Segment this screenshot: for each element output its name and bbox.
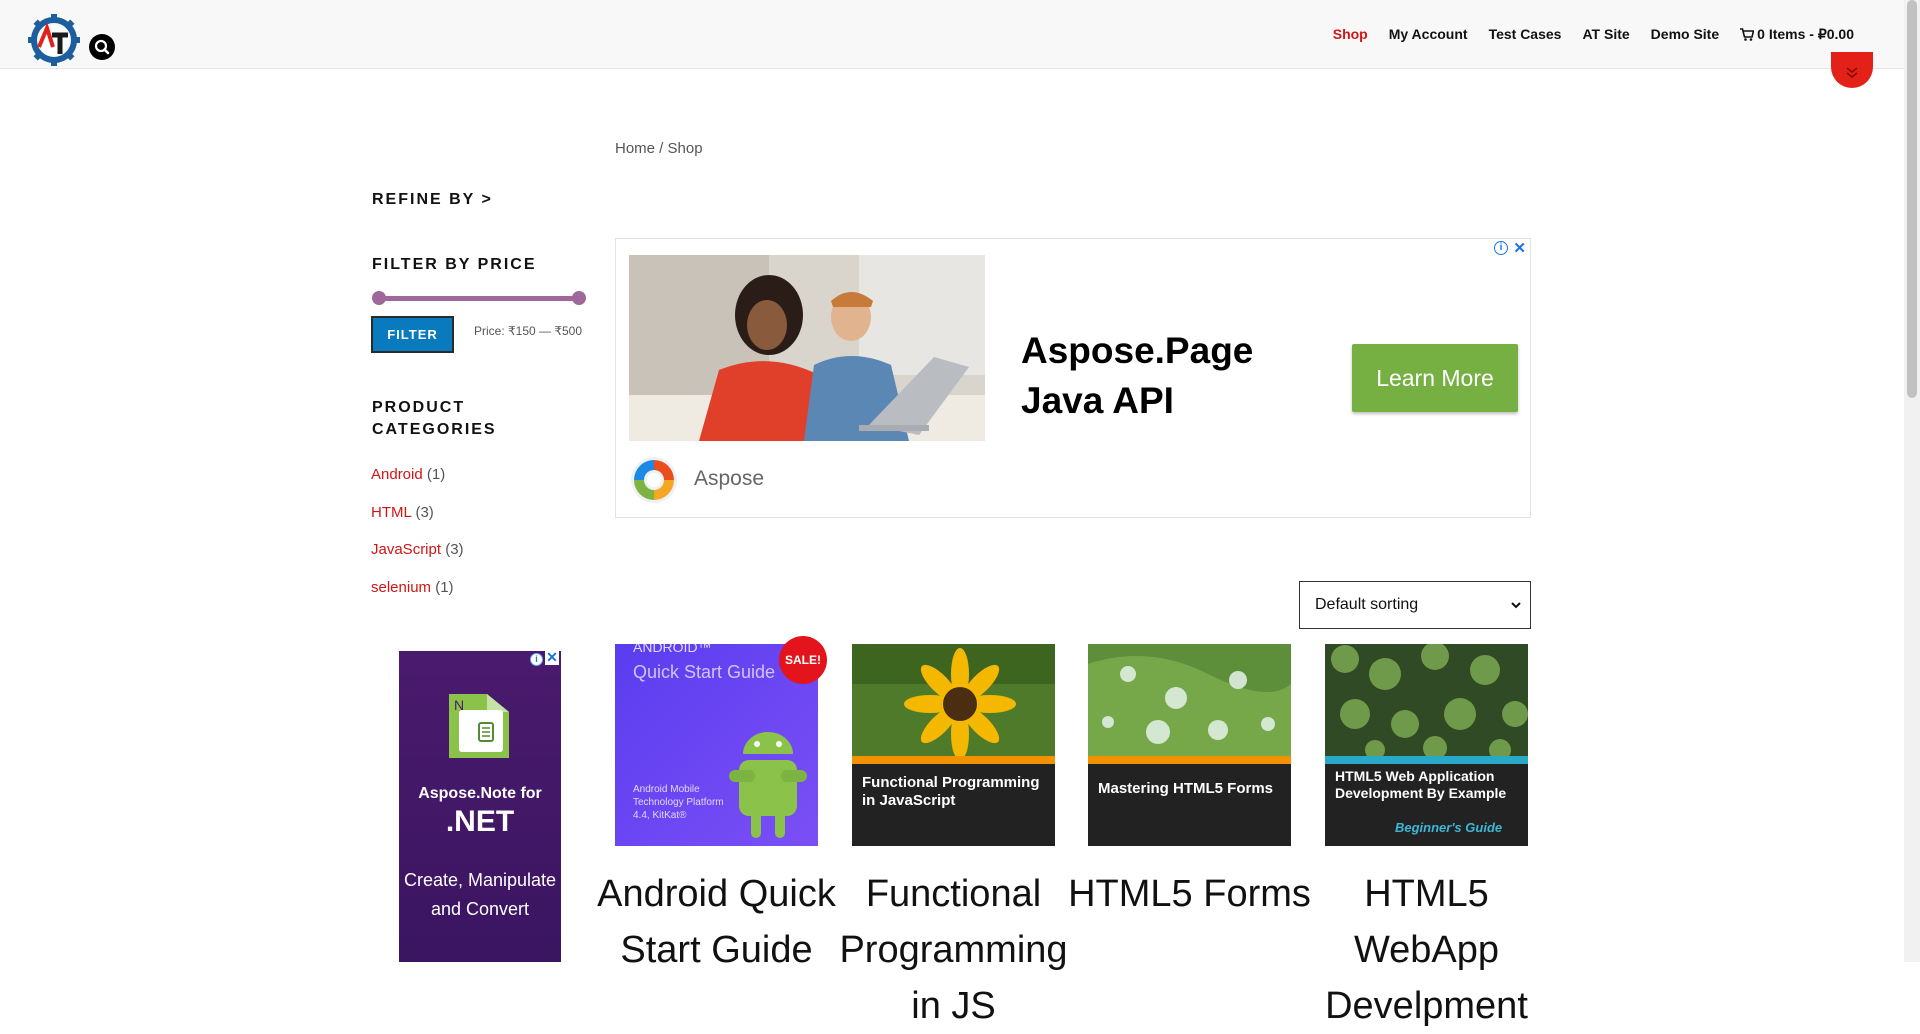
book-cover-title: Functional Programming in JavaScript [862, 774, 1040, 809]
slider-max-handle[interactable] [572, 291, 586, 305]
book-band [852, 756, 1055, 764]
scroll-down-button[interactable] [1831, 52, 1873, 88]
svg-text:Quick Start Guide: Quick Start Guide [633, 662, 775, 682]
svg-text:Technology Platform: Technology Platform [633, 797, 724, 808]
category-count: (3) [445, 541, 464, 558]
category-link-selenium[interactable]: selenium [371, 579, 431, 596]
category-count: (3) [415, 503, 434, 521]
ad-info-icon[interactable]: i [1494, 241, 1508, 255]
category-count: (1) [435, 578, 454, 596]
side-ad-description: Create, Manipulate and Convert [403, 870, 557, 919]
side-ad-close-icon[interactable]: ✕ [545, 651, 559, 665]
product-title[interactable]: HTML5 WebApp Develpment [1295, 866, 1558, 1034]
search-icon [94, 39, 110, 55]
product-image[interactable]: HTML5 Web Application Development By Exa… [1325, 644, 1528, 846]
book-band [1325, 756, 1528, 764]
book-cover-title: HTML5 Web Application Development By Exa… [1335, 768, 1507, 801]
search-button[interactable] [89, 34, 115, 60]
svg-text:ANDROID™: ANDROID™ [633, 644, 712, 655]
book-cover: Functional Programming in JavaScript [852, 644, 1055, 846]
sale-badge: SALE! [779, 636, 827, 684]
aspose-logo-icon[interactable] [629, 455, 679, 505]
aspose-note-icon: N [449, 694, 509, 758]
category-link-html[interactable]: HTML [371, 504, 411, 521]
nav-at-site[interactable]: AT Site [1582, 26, 1629, 43]
side-ad[interactable]: i ✕ N Aspose.Note for .NET Create, Manip… [399, 651, 561, 962]
slider-min-handle[interactable] [372, 291, 386, 305]
svg-text:Android Mobile: Android Mobile [633, 784, 700, 795]
nav-cart[interactable]: 0 Items - ₽0.00 [1740, 26, 1854, 43]
site-header: Shop My Account Test Cases AT Site Demo … [0, 0, 1904, 69]
water-drops-illustration [1088, 644, 1291, 760]
category-item: Android (1) [371, 466, 464, 504]
slider-track [377, 296, 581, 301]
sort-select[interactable]: Default sorting [1299, 581, 1531, 629]
scrollbar-thumb[interactable] [1907, 0, 1917, 398]
cart-icon [1740, 28, 1755, 41]
product-title[interactable]: HTML5 Forms [1058, 866, 1321, 922]
category-item: HTML (3) [371, 504, 464, 542]
price-range-text: Price: ₹150 — ₹500 [474, 324, 582, 338]
sunflower-illustration [852, 644, 1055, 760]
book-cover: Mastering HTML5 Forms [1088, 644, 1291, 846]
refine-by-heading: REFINE BY > [372, 191, 493, 208]
side-ad-info-icon[interactable]: i [530, 653, 543, 666]
nav-shop[interactable]: Shop [1333, 26, 1368, 43]
ad-banner[interactable]: Aspose.Page Java API Learn More Aspose i… [615, 238, 1531, 518]
category-item: JavaScript (3) [371, 541, 464, 579]
ad-close-icon[interactable]: ✕ [1513, 239, 1526, 257]
category-count: (1) [426, 466, 446, 483]
side-ad-title-line2: .NET [445, 805, 515, 838]
side-ad-title-line1: Aspose.Note for [418, 785, 542, 802]
site-logo-icon[interactable] [28, 14, 80, 66]
svg-text:N: N [454, 697, 464, 713]
category-link-javascript[interactable]: JavaScript [371, 541, 441, 558]
cart-summary: 0 Items - ₽0.00 [1757, 26, 1854, 42]
product-image[interactable]: Mastering HTML5 Forms [1088, 644, 1291, 846]
book-cover-tag: Beginner's Guide [1395, 820, 1503, 835]
category-link-android[interactable]: Android [371, 466, 423, 483]
book-band [1088, 756, 1291, 764]
nav-demo-site[interactable]: Demo Site [1651, 26, 1719, 43]
ad-photo-illustration [629, 255, 985, 441]
ad-title[interactable]: Aspose.Page Java API [1021, 326, 1341, 426]
nav-my-account[interactable]: My Account [1389, 26, 1468, 43]
product-title[interactable]: Android Quick Start Guide [585, 866, 848, 978]
filter-button[interactable]: FILTER [371, 316, 454, 353]
svg-text:4.4, KitKat®: 4.4, KitKat® [633, 810, 687, 821]
chevron-down-icon [1511, 602, 1521, 609]
ad-photo[interactable] [629, 255, 985, 441]
ad-learn-more-button[interactable]: Learn More [1352, 344, 1518, 412]
product-image[interactable]: Functional Programming in JavaScript [852, 644, 1055, 846]
category-list: Android (1) HTML (3) JavaScript (3) sele… [371, 466, 464, 616]
ad-brand-name[interactable]: Aspose [694, 467, 764, 491]
sort-selected-value: Default sorting [1315, 596, 1419, 613]
product-categories-heading: PRODUCT CATEGORIES [372, 399, 497, 438]
nav-test-cases[interactable]: Test Cases [1489, 26, 1562, 43]
book-cover: HTML5 Web Application Development By Exa… [1325, 644, 1528, 846]
double-chevron-down-icon [1846, 67, 1858, 79]
price-range-slider[interactable] [372, 291, 586, 305]
filter-price-heading: FILTER BY PRICE [372, 256, 537, 273]
product-title[interactable]: Functional Programming in JS [822, 866, 1085, 1034]
breadcrumb: Home / Shop [615, 140, 703, 157]
category-item: selenium (1) [371, 579, 464, 617]
main-nav: Shop My Account Test Cases AT Site Demo … [1333, 26, 1854, 43]
lily-pads-illustration [1325, 644, 1528, 760]
book-cover-title: Mastering HTML5 Forms [1098, 780, 1274, 797]
page-scrollbar[interactable] [1904, 0, 1920, 962]
